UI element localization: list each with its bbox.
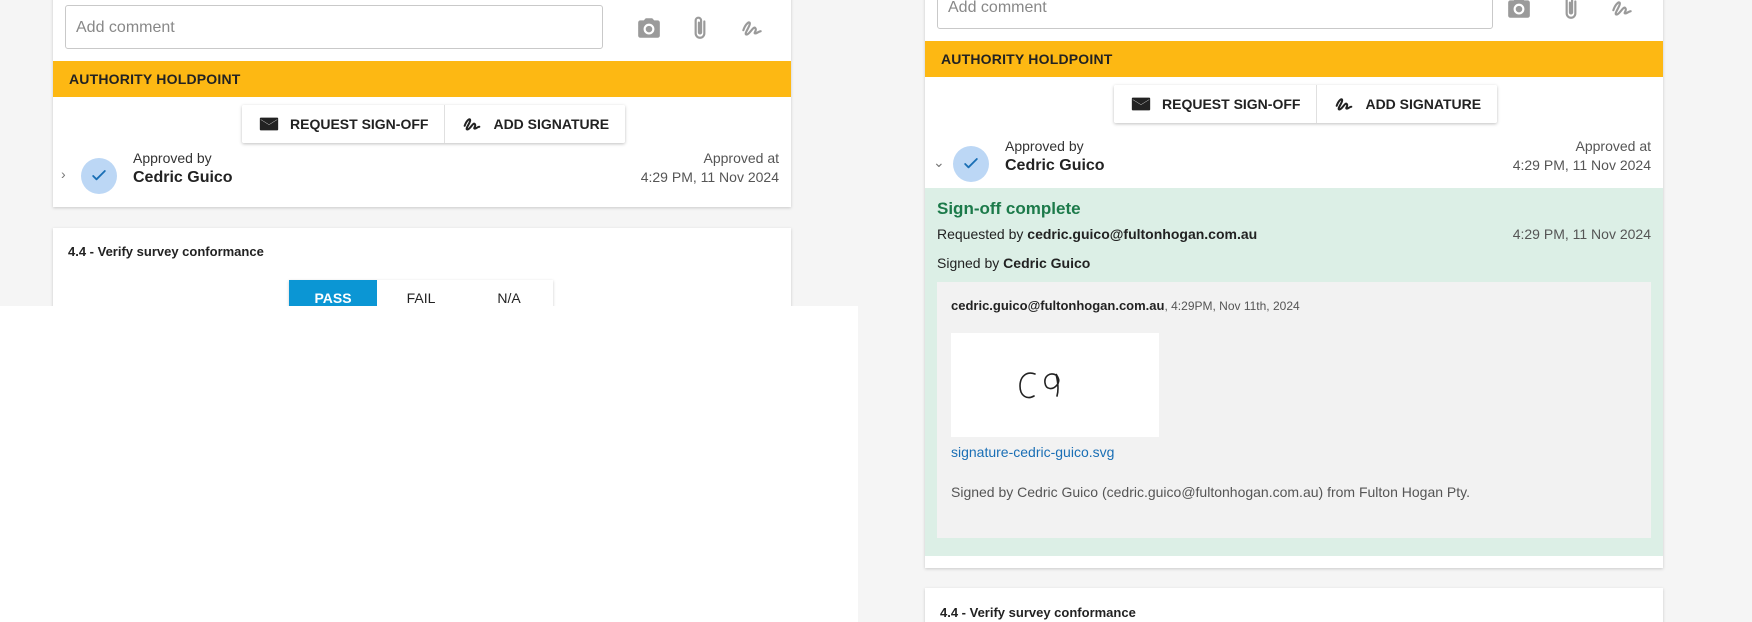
approved-at-label: Approved at bbox=[1575, 138, 1652, 154]
envelope-icon bbox=[259, 117, 279, 131]
approved-at-value: 4:29 PM, 11 Nov 2024 bbox=[640, 169, 779, 185]
section-title: 4.4 - Verify survey conformance bbox=[68, 244, 264, 259]
signature-drawing bbox=[1019, 372, 1060, 399]
approved-by-label: Approved by bbox=[1005, 138, 1084, 154]
requested-by-prefix: Requested by bbox=[937, 226, 1024, 242]
check-icon bbox=[81, 158, 117, 194]
checklist-item-card: Add comment AUTHORITY HOLDPOINT REQUEST … bbox=[53, 0, 791, 207]
check-icon bbox=[953, 146, 989, 182]
signer-email: cedric.guico@fultonhogan.com.au bbox=[951, 298, 1165, 313]
requested-at: 4:29 PM, 11 Nov 2024 bbox=[1512, 226, 1651, 242]
request-signoff-button[interactable]: REQUEST SIGN-OFF bbox=[242, 105, 445, 143]
signature-file-link[interactable]: signature-cedric-guico.svg bbox=[951, 444, 1114, 460]
signature-icon bbox=[464, 118, 481, 131]
signed-by-prefix: Signed by bbox=[937, 255, 1000, 271]
signature-icon[interactable] bbox=[738, 14, 766, 42]
camera-icon[interactable] bbox=[1505, 0, 1533, 22]
signed-by-name: Cedric Guico bbox=[1003, 255, 1091, 271]
add-signature-button[interactable]: ADD SIGNATURE bbox=[444, 105, 626, 143]
approved-by-label: Approved by bbox=[133, 150, 212, 166]
chevron-right-icon[interactable]: › bbox=[61, 167, 73, 181]
signoff-complete-panel: Sign-off complete Requested by cedric.gu… bbox=[925, 188, 1663, 556]
checklist-item-card: Add comment AUTHORITY HOLDPOINT REQUEST … bbox=[925, 0, 1663, 568]
section-title: 4.4 - Verify survey conformance bbox=[940, 605, 1136, 620]
comment-input[interactable]: Add comment bbox=[65, 5, 603, 49]
paperclip-icon[interactable] bbox=[686, 14, 714, 42]
signer-line: cedric.guico@fultonhogan.com.au, 4:29PM,… bbox=[951, 298, 1300, 313]
approved-at-label: Approved at bbox=[703, 150, 780, 166]
right-pane: Add comment AUTHORITY HOLDPOINT REQUEST … bbox=[858, 0, 1752, 622]
requested-by-email: cedric.guico@fultonhogan.com.au bbox=[1027, 226, 1258, 242]
approver-name: Cedric Guico bbox=[1005, 157, 1105, 174]
signoff-title: Sign-off complete bbox=[937, 199, 1081, 218]
signature-image[interactable] bbox=[951, 333, 1159, 437]
authority-holdpoint-bar: AUTHORITY HOLDPOINT bbox=[53, 61, 791, 97]
request-signoff-label: REQUEST SIGN-OFF bbox=[1162, 96, 1301, 112]
signed-by-line: Signed by Cedric Guico bbox=[937, 255, 1090, 271]
approved-at-value: 4:29 PM, 11 Nov 2024 bbox=[1512, 157, 1651, 173]
section-card: 4.4 - Verify survey conformance bbox=[925, 588, 1663, 622]
holdpoint-actions: REQUEST SIGN-OFF ADD SIGNATURE bbox=[242, 105, 626, 143]
request-signoff-label: REQUEST SIGN-OFF bbox=[290, 116, 429, 132]
paperclip-icon[interactable] bbox=[1557, 0, 1585, 22]
comment-input[interactable]: Add comment bbox=[937, 0, 1493, 29]
camera-icon[interactable] bbox=[635, 14, 663, 42]
envelope-icon bbox=[1131, 97, 1151, 111]
request-signoff-button[interactable]: REQUEST SIGN-OFF bbox=[1114, 85, 1317, 123]
signature-icon bbox=[1336, 98, 1353, 111]
signer-time: , 4:29PM, Nov 11th, 2024 bbox=[1164, 299, 1300, 313]
signature-icon[interactable] bbox=[1608, 0, 1636, 22]
signed-statement: Signed by Cedric Guico (cedric.guico@ful… bbox=[951, 484, 1470, 500]
holdpoint-actions: REQUEST SIGN-OFF ADD SIGNATURE bbox=[1114, 85, 1498, 123]
add-signature-label: ADD SIGNATURE bbox=[1365, 96, 1482, 112]
blank-area bbox=[0, 306, 858, 622]
authority-holdpoint-bar: AUTHORITY HOLDPOINT bbox=[925, 41, 1663, 77]
approval-row[interactable]: ⌄ Approved by Cedric Guico Approved at 4… bbox=[925, 138, 1663, 190]
chevron-down-icon[interactable]: ⌄ bbox=[933, 155, 945, 169]
add-signature-button[interactable]: ADD SIGNATURE bbox=[1316, 85, 1498, 123]
approver-name: Cedric Guico bbox=[133, 169, 233, 186]
add-signature-label: ADD SIGNATURE bbox=[493, 116, 610, 132]
left-pane: Add comment AUTHORITY HOLDPOINT REQUEST … bbox=[0, 0, 858, 622]
requested-by-line: Requested by cedric.guico@fultonhogan.co… bbox=[937, 226, 1257, 242]
approval-row[interactable]: › Approved by Cedric Guico Approved at 4… bbox=[53, 150, 791, 202]
signature-detail-box: cedric.guico@fultonhogan.com.au, 4:29PM,… bbox=[937, 282, 1651, 538]
